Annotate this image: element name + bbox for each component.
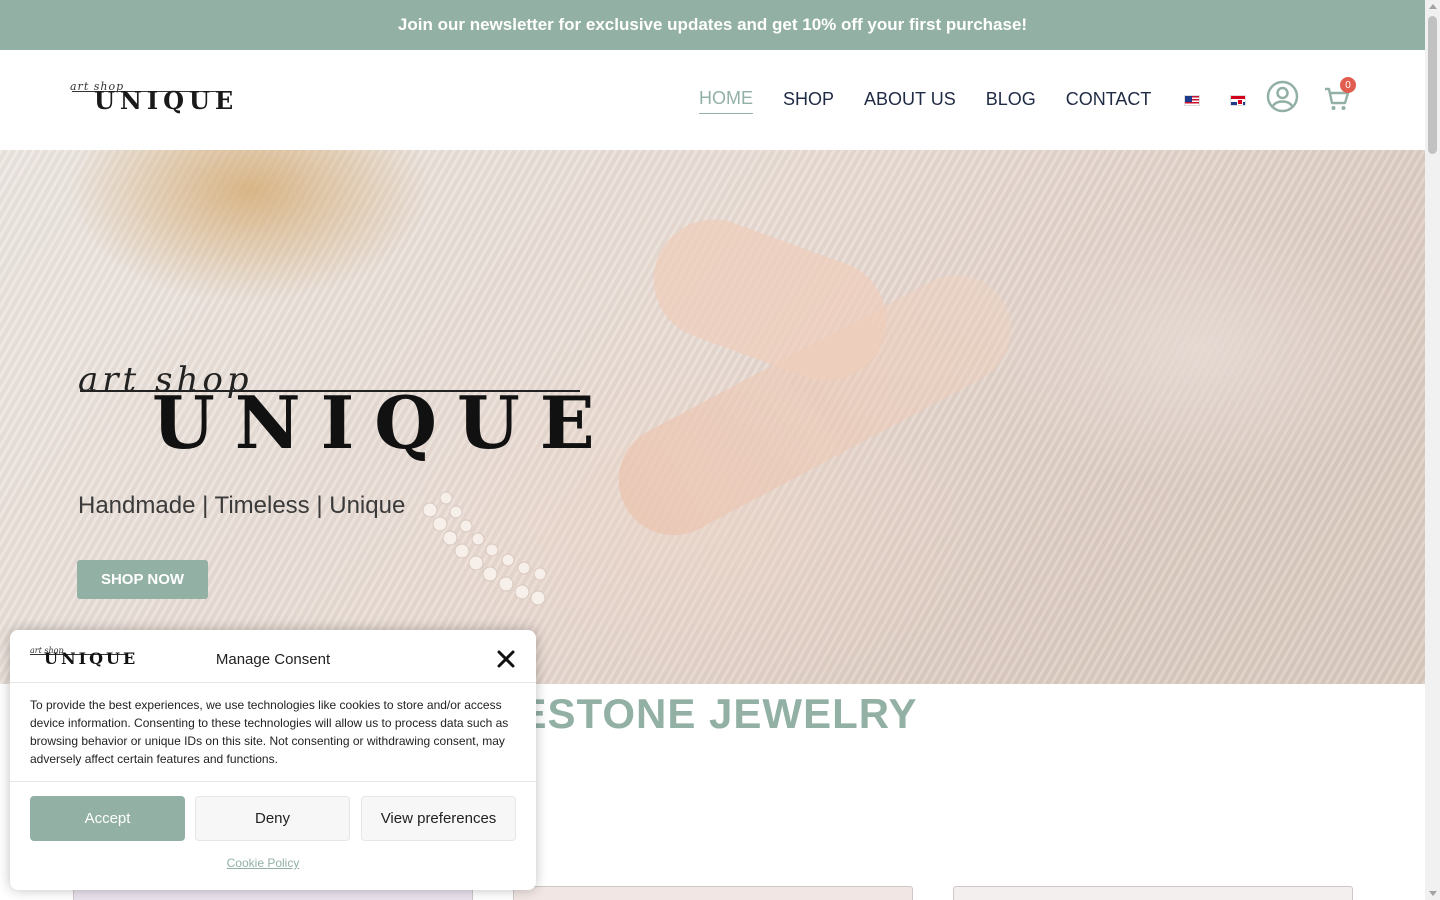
consent-divider-top bbox=[10, 682, 536, 683]
product-card[interactable] bbox=[513, 886, 913, 900]
nav-item-about-us[interactable]: ABOUT US bbox=[864, 89, 956, 114]
logo-word: UNIQUE bbox=[94, 86, 239, 115]
nav-item-home[interactable]: HOME bbox=[699, 88, 753, 114]
account-icon[interactable] bbox=[1266, 80, 1299, 113]
close-icon[interactable] bbox=[496, 649, 516, 669]
product-card[interactable] bbox=[953, 886, 1353, 900]
consent-divider-bottom bbox=[10, 781, 536, 782]
page-scrollbar[interactable] bbox=[1425, 0, 1440, 900]
nav-item-blog[interactable]: BLOG bbox=[986, 89, 1036, 114]
deny-button[interactable]: Deny bbox=[195, 796, 350, 841]
hero-banner: art shop UNIQUE Handmade | Timeless | Un… bbox=[0, 150, 1425, 684]
nav-item-contact[interactable]: CONTACT bbox=[1066, 89, 1152, 114]
scrollbar-thumb[interactable] bbox=[1428, 16, 1437, 154]
hero-logo: art shop UNIQUE bbox=[78, 360, 598, 470]
site-header: art shop UNIQUE HOME SHOP ABOUT US BLOG … bbox=[0, 50, 1425, 150]
main-nav: HOME SHOP ABOUT US BLOG CONTACT bbox=[699, 88, 1181, 114]
consent-title: Manage Consent bbox=[215, 651, 331, 668]
nav-item-shop[interactable]: SHOP bbox=[783, 89, 834, 114]
site-logo[interactable]: art shop UNIQUE bbox=[70, 80, 240, 120]
consent-body-text: To provide the best experiences, we use … bbox=[30, 698, 509, 766]
newsletter-promo-bar: Join our newsletter for exclusive update… bbox=[0, 0, 1425, 50]
cookie-policy-link[interactable]: Cookie Policy bbox=[10, 856, 516, 870]
hr-flag-icon[interactable] bbox=[1230, 95, 1246, 106]
accept-button[interactable]: Accept bbox=[30, 796, 185, 841]
pearl-bracelet-image bbox=[422, 491, 547, 606]
promo-text: Join our newsletter for exclusive update… bbox=[397, 15, 1028, 34]
hero-tagline: Handmade | Timeless | Unique bbox=[78, 492, 406, 519]
cookie-consent-dialog: art shop UNIQUE Manage Consent To provid… bbox=[10, 630, 536, 890]
en-us-flag-icon[interactable] bbox=[1184, 95, 1200, 106]
shop-now-button[interactable]: SHOP NOW bbox=[77, 560, 208, 599]
hero-logo-word: UNIQUE bbox=[152, 380, 615, 465]
cart-count-badge: 0 bbox=[1340, 77, 1356, 93]
view-preferences-button[interactable]: View preferences bbox=[361, 796, 516, 841]
scroll-down-arrow-icon[interactable] bbox=[1429, 891, 1437, 896]
scroll-up-arrow-icon[interactable] bbox=[1429, 4, 1437, 9]
